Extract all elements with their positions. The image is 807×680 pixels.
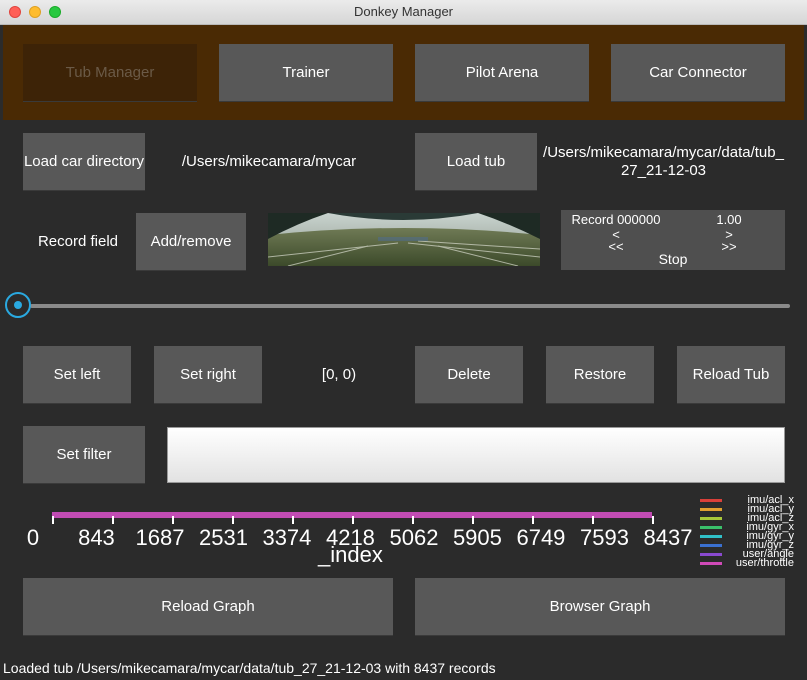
x-tick-label: 7593	[579, 525, 629, 550]
graph-legend: imu/acl_x imu/acl_y imu/acl_z imu/gyr_x imu/…	[700, 495, 800, 569]
record-slider-handle[interactable]	[5, 292, 31, 318]
x-tick	[591, 516, 594, 524]
tab-car-connector[interactable]: Car Connector	[611, 44, 785, 101]
tab-trainer[interactable]: Trainer	[219, 44, 393, 101]
set-filter-button[interactable]: Set filter	[23, 426, 145, 483]
add-remove-field-button[interactable]: Add/remove	[136, 213, 246, 270]
legend-entry: user/throttle	[700, 557, 800, 569]
x-tick	[411, 516, 414, 524]
x-tick	[531, 516, 534, 524]
reload-tub-button[interactable]: Reload Tub	[677, 346, 785, 403]
window-title: Donkey Manager	[354, 4, 453, 19]
x-tick-label: 3374	[262, 525, 312, 550]
record-number: Record 000000	[571, 212, 661, 227]
legend-swatch	[700, 535, 722, 538]
x-tick-label: 5905	[452, 525, 502, 550]
car-directory-path: /Users/mikecamara/mycar	[181, 152, 357, 170]
x-tick	[111, 516, 114, 524]
x-tick	[652, 516, 654, 524]
set-right-button[interactable]: Set right	[154, 346, 262, 403]
browser-graph-button[interactable]: Browser Graph	[415, 578, 785, 635]
fast-forward-label: >>	[721, 239, 737, 254]
x-tick-label: 843	[78, 525, 115, 550]
x-tick-label: 2531	[199, 525, 248, 550]
x-axis-label: _index	[318, 542, 383, 567]
x-tick-label: 5062	[389, 525, 439, 550]
tab-tub-manager[interactable]: Tub Manager	[23, 44, 197, 101]
playback-speed[interactable]: 1.00	[673, 213, 785, 226]
load-car-directory-button[interactable]: Load car directory	[23, 133, 145, 190]
legend-swatch	[700, 553, 722, 556]
x-tick-label: 6749	[516, 525, 566, 550]
filter-input[interactable]	[167, 427, 785, 483]
x-tick	[471, 516, 474, 524]
x-tick	[351, 516, 354, 524]
x-tick-label: 0	[26, 525, 40, 550]
tab-pilot-arena[interactable]: Pilot Arena	[415, 44, 589, 101]
selection-range: [0, 0)	[321, 365, 357, 383]
tub-path: /Users/mikecamara/mycar/data/tub_27_21-1…	[543, 143, 784, 179]
x-tick	[231, 516, 234, 524]
x-tick-label: 8437	[643, 525, 693, 550]
legend-swatch	[700, 499, 722, 502]
stop-button[interactable]: Stop	[561, 252, 785, 266]
legend-swatch	[700, 526, 722, 529]
restore-button[interactable]: Restore	[546, 346, 654, 403]
reload-graph-button[interactable]: Reload Graph	[23, 578, 393, 635]
delete-button[interactable]: Delete	[415, 346, 523, 403]
x-tick	[291, 516, 294, 524]
record-field-label: Record field	[37, 232, 119, 250]
legend-label: user/throttle	[735, 557, 794, 569]
legend-swatch	[700, 508, 722, 511]
status-bar: Loaded tub /Users/mikecamara/mycar/data/…	[3, 660, 496, 676]
title-bar: Donkey Manager	[0, 0, 807, 25]
legend-swatch	[700, 517, 722, 520]
playback-controls: Record 000000 1.00 < << > >> Stop	[561, 210, 785, 270]
step-back-button[interactable]: < <<	[561, 226, 671, 254]
set-left-button[interactable]: Set left	[23, 346, 131, 403]
x-tick-label: 1687	[135, 525, 185, 550]
load-tub-button[interactable]: Load tub	[415, 133, 537, 190]
legend-swatch	[700, 544, 722, 547]
fast-back-label: <<	[608, 239, 624, 254]
legend-swatch	[700, 562, 722, 565]
step-forward-button[interactable]: > >>	[673, 226, 785, 254]
camera-image	[268, 213, 540, 266]
record-slider-track[interactable]	[30, 304, 790, 308]
x-tick	[52, 516, 54, 524]
x-tick	[171, 516, 174, 524]
